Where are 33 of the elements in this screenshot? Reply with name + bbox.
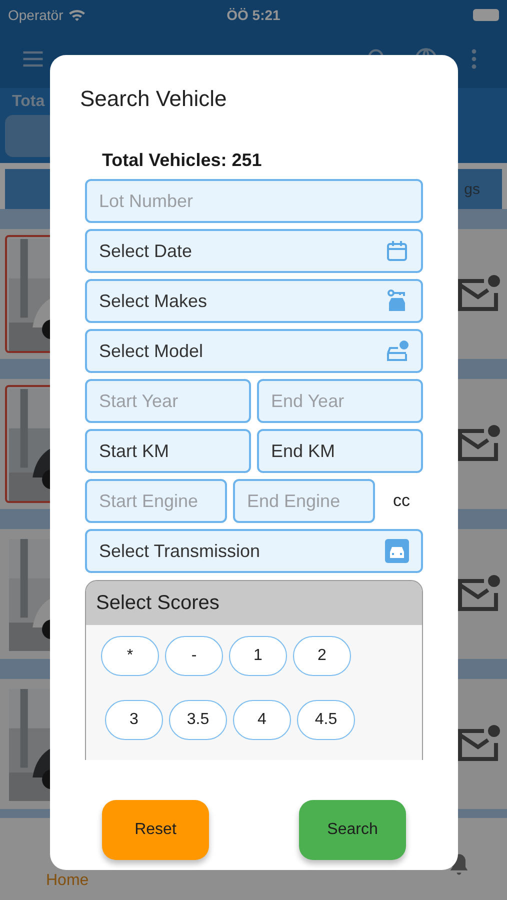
clock-time: ÖÖ 5:21	[226, 7, 280, 23]
score-chip[interactable]: -	[165, 636, 223, 676]
scores-title: Select Scores	[96, 592, 220, 614]
select-field[interactable]: Select Model	[85, 329, 423, 373]
score-chip[interactable]: 4.5	[297, 700, 355, 740]
input-field[interactable]: End KM	[257, 429, 423, 473]
calendar-icon	[385, 239, 409, 263]
total-label: Tota	[12, 93, 45, 110]
input-field[interactable]: Start Engine	[85, 479, 227, 523]
wifi-icon	[68, 8, 86, 22]
select-field[interactable]: Select Date	[85, 229, 423, 273]
input-field[interactable]: End Engine	[233, 479, 375, 523]
car-icon	[385, 539, 409, 563]
unit-label: cc	[393, 491, 410, 511]
input-field[interactable]: Start Year	[85, 379, 251, 423]
select-field[interactable]: Select Makes	[85, 279, 423, 323]
battery-icon	[473, 9, 499, 21]
dialog-title: Search Vehicle	[80, 86, 227, 111]
reset-button[interactable]: Reset	[102, 800, 209, 860]
score-chip[interactable]: 1	[229, 636, 287, 676]
input-field[interactable]: Start KM	[85, 429, 251, 473]
total-vehicles: Total Vehicles: 251	[102, 150, 262, 170]
select-field[interactable]: Select Transmission	[85, 529, 423, 573]
score-chip[interactable]: 3	[105, 700, 163, 740]
input-field[interactable]: Lot Number	[85, 179, 423, 223]
score-chip[interactable]: 3.5	[169, 700, 227, 740]
input-field[interactable]: End Year	[257, 379, 423, 423]
car-alert-icon	[385, 339, 409, 363]
score-chip[interactable]: 2	[293, 636, 351, 676]
score-chip[interactable]: 4	[233, 700, 291, 740]
score-chip[interactable]: *	[101, 636, 159, 676]
carrier-label: Operatör	[8, 7, 64, 23]
search-button[interactable]: Search	[299, 800, 406, 860]
